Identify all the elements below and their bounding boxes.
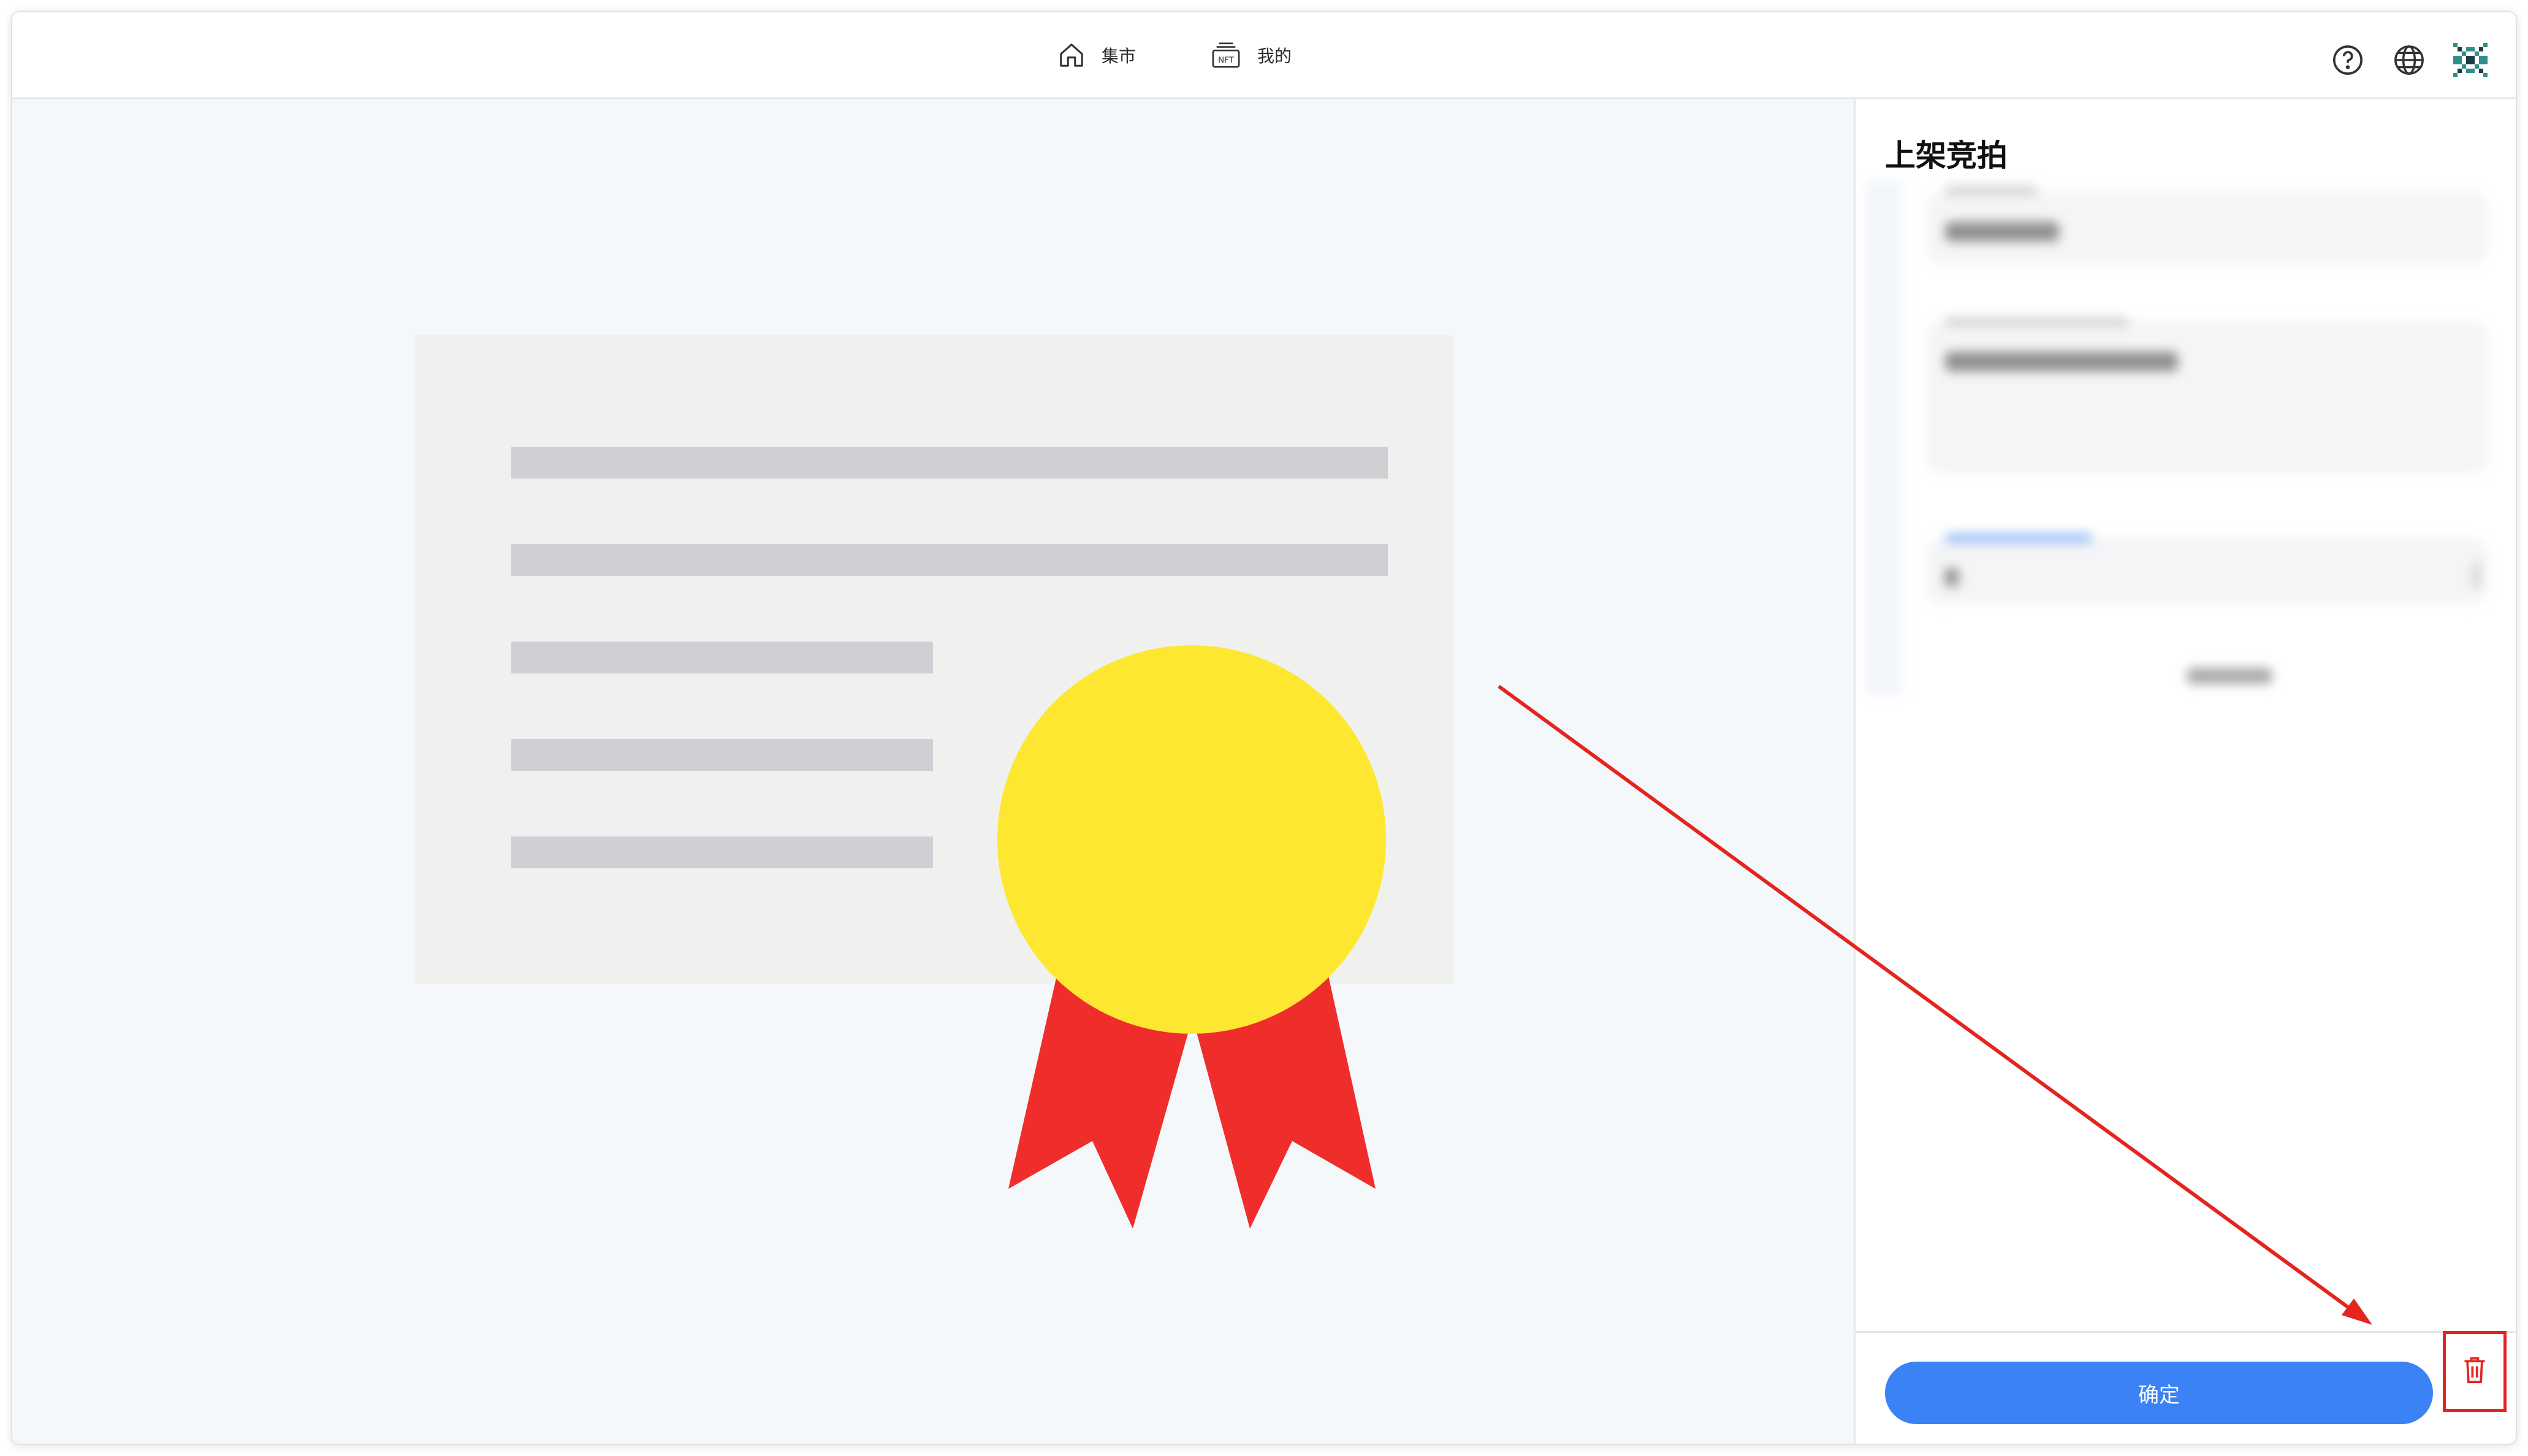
nav-item-mine[interactable]: NFT 我的 [1211,37,1292,74]
nav-item-market[interactable]: 集市 [1057,37,1136,74]
delete-button[interactable] [2443,1331,2507,1412]
form-field[interactable] [1925,538,2488,604]
certificate-line [511,544,1388,576]
globe-icon[interactable] [2392,43,2426,77]
medal-seal [997,645,1386,1034]
confirm-button[interactable]: 确定 [1885,1362,2433,1424]
form-textarea[interactable] [1925,321,2488,474]
form-rail [1865,180,1902,695]
certificate-line [511,836,933,868]
panel-title: 上架竞拍 [1885,138,2008,173]
certificate-illustration [414,335,1453,1229]
app-window: 集市 NFT 我的 上架竞拍 确定 [11,11,2517,1445]
nft-icon: NFT [1211,41,1241,69]
panel-footer-divider [1856,1331,2516,1333]
trash-icon [2461,1356,2488,1387]
listing-panel: 上架竞拍 确定 [1854,99,2516,1444]
nft-preview-area [12,99,1854,1444]
certificate-line [511,739,933,771]
avatar-icon[interactable] [2453,43,2488,77]
home-icon [1057,41,1086,69]
nav-label: 我的 [1257,46,1292,66]
more-options-link[interactable] [2187,668,2272,684]
certificate-line [511,447,1388,479]
nft-icon-text: NFT [1218,56,1235,65]
top-navbar: 集市 NFT 我的 [12,12,2516,99]
help-icon[interactable] [2331,43,2365,77]
nav-label: 集市 [1102,46,1136,66]
certificate-line [511,642,933,673]
